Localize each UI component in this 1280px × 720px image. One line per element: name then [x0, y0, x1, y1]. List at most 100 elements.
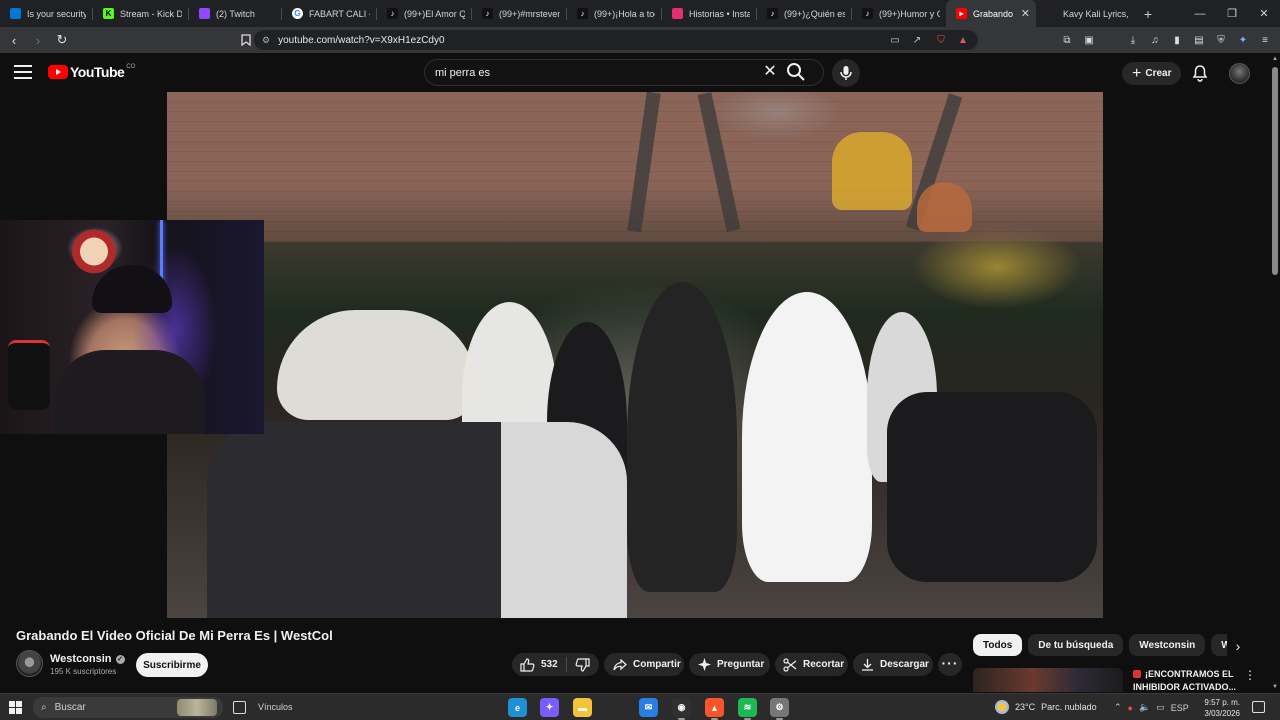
clear-search-icon[interactable]: ✕	[762, 64, 778, 80]
video-player[interactable]	[167, 92, 1103, 618]
tab-label: Kavy Kali Lyrics, S	[1063, 8, 1130, 19]
restore-button[interactable]: ❐	[1216, 0, 1248, 27]
weather-widget[interactable]: 23°C Parc. nublado	[995, 700, 1097, 714]
scroll-down-icon[interactable]: ▼	[1271, 684, 1279, 690]
download-icon	[862, 659, 873, 671]
extensions-icon[interactable]: ⧉	[1058, 31, 1076, 49]
site-info-icon[interactable]: ⚙	[262, 35, 270, 46]
filter-chip[interactable]: Westcol	[1211, 634, 1227, 656]
browser-tab[interactable]: ♪ (99+)Humor y Gu	[852, 0, 946, 27]
taskbar-search[interactable]: ⌕ Buscar	[33, 697, 223, 718]
system-clock[interactable]: 9:57 p. m. 3/03/2026	[1204, 697, 1240, 719]
youtube-logo[interactable]: YouTube CO	[48, 64, 135, 80]
channel-name[interactable]: Westconsin ✓	[50, 653, 125, 665]
scroll-up-icon[interactable]: ▲	[1271, 56, 1279, 62]
subscribe-button[interactable]: Suscribirme	[136, 653, 208, 677]
browser-tab[interactable]: ♪ (99+)El Amor Qu	[377, 0, 471, 27]
edge-icon[interactable]: e	[508, 698, 527, 717]
browser-tab[interactable]: Historias • Instag	[662, 0, 756, 27]
notifications-center-icon[interactable]	[1252, 701, 1265, 713]
downloads-icon[interactable]: ⤓	[1124, 31, 1142, 49]
more-actions-button[interactable]: ···	[938, 653, 962, 676]
guide-menu-icon[interactable]	[14, 65, 32, 79]
media-icon[interactable]: ♫	[1146, 31, 1164, 49]
related-chips: TodosDe tu búsquedaWestconsin Westcol	[973, 634, 1227, 656]
leo-icon[interactable]: ✦	[1234, 31, 1252, 49]
tab-label: (99+)¿Quién es el	[784, 8, 845, 19]
volume-icon[interactable]: 🔈	[1139, 702, 1150, 713]
mail-icon[interactable]: ✉	[639, 698, 658, 717]
tab-label: Is your security in	[27, 8, 86, 19]
chevron-up-icon[interactable]: ⌃	[1114, 702, 1122, 713]
file-explorer-icon[interactable]: ▬	[573, 698, 592, 717]
notifications-icon[interactable]	[1191, 64, 1209, 82]
cast-icon[interactable]: ▭	[886, 31, 904, 49]
sidebar-icon[interactable]: ▮	[1168, 31, 1186, 49]
voice-search-icon[interactable]	[832, 59, 860, 87]
video-frame-lamp	[917, 182, 972, 232]
page-scrollbar[interactable]: ▲ ▼	[1270, 53, 1280, 693]
download-button[interactable]: Descargar	[853, 653, 933, 676]
browser-tab[interactable]: ♪ (99+)#mrsteven_	[472, 0, 566, 27]
account-avatar[interactable]	[1229, 63, 1250, 84]
create-button[interactable]: + Crear	[1122, 62, 1182, 85]
browser-tab[interactable]: ♪ (99+)¿Quién es el	[757, 0, 851, 27]
copilot-icon[interactable]: ✦	[540, 698, 559, 717]
channel-avatar[interactable]	[16, 650, 43, 677]
scrollbar-thumb[interactable]	[1272, 67, 1278, 275]
filter-chip[interactable]: Westconsin	[1129, 634, 1206, 656]
browser-tab[interactable]: K Stream - Kick Das	[93, 0, 188, 27]
windows-start-icon[interactable]	[9, 701, 22, 714]
browser-tab[interactable]: ♪ (99+)¡Hola a todo	[567, 0, 661, 27]
recommended-thumbnail[interactable]	[973, 668, 1123, 692]
browser-tab[interactable]: ▸ Grabando El✕	[946, 0, 1036, 27]
browser-tab[interactable]: Is your security in	[0, 0, 92, 27]
youtube-play-icon	[48, 65, 68, 79]
links-toolbar[interactable]: Vínculos	[258, 702, 293, 712]
settings-icon[interactable]: ⚙	[770, 698, 789, 720]
language-indicator[interactable]: ESP	[1171, 703, 1189, 713]
filter-chip[interactable]: De tu búsqueda	[1028, 634, 1124, 656]
minimize-button[interactable]: —	[1184, 0, 1216, 27]
taskbar-search-placeholder: Buscar	[54, 702, 86, 713]
filter-chip[interactable]: Todos	[973, 634, 1023, 656]
browser-tab[interactable]: (2) Twitch	[189, 0, 281, 27]
wallet-icon[interactable]: ▤	[1190, 31, 1208, 49]
forward-button[interactable]: ›	[28, 30, 48, 50]
dislike-button[interactable]	[575, 657, 590, 672]
like-button[interactable]: 532	[512, 657, 558, 672]
menu-icon[interactable]: ≡	[1256, 31, 1274, 49]
dislike-icon	[575, 657, 590, 672]
browser-tab[interactable]: Kavy Kali Lyrics, S	[1036, 0, 1136, 27]
video-frame-hat	[277, 310, 477, 420]
clip-button[interactable]: Recortar	[775, 653, 848, 676]
screenshot-icon[interactable]: ▣	[1080, 31, 1098, 49]
close-tab-icon[interactable]: ✕	[1015, 7, 1030, 20]
new-tab-button[interactable]: +	[1136, 6, 1160, 22]
vpn-icon[interactable]: ⛨	[1212, 31, 1230, 49]
spotify-icon[interactable]: ≋	[738, 698, 757, 720]
recommended-title[interactable]: ¡ENCONTRAMOS EL INHIBIDOR ACTIVADO...	[1133, 668, 1245, 694]
chevron-right-icon[interactable]: ›	[1230, 638, 1246, 654]
back-button[interactable]: ‹	[4, 30, 24, 50]
ask-button[interactable]: Preguntar	[689, 653, 770, 676]
like-dislike-group: 532	[512, 653, 599, 676]
address-bar[interactable]: ⚙ youtube.com/watch?v=X9xH1ezCdy0 ▭ ↗ ⛉ …	[254, 30, 978, 50]
browser-tab[interactable]: G FABART CALI - Bu	[282, 0, 376, 27]
app-tray-icon[interactable]: ●	[1128, 703, 1133, 713]
like-icon	[520, 657, 535, 672]
tab-label: (99+)#mrsteven_	[499, 8, 560, 19]
share-button[interactable]: Compartir	[604, 653, 684, 676]
close-window-button[interactable]: ✕	[1248, 0, 1280, 27]
brave-shield-icon[interactable]: ⛉	[932, 31, 950, 49]
network-icon[interactable]: ▭	[1156, 702, 1165, 713]
brave-rewards-icon[interactable]: ▲	[954, 31, 972, 49]
task-view-icon[interactable]	[233, 701, 246, 714]
bookmark-icon[interactable]	[236, 30, 256, 50]
reload-button[interactable]: ↻	[52, 30, 72, 50]
obs-icon[interactable]: ◉	[672, 698, 691, 720]
search-icon[interactable]	[786, 62, 806, 82]
recommended-more-icon[interactable]: ⋮	[1244, 668, 1256, 682]
brave-icon[interactable]: ▲	[705, 698, 724, 720]
share-page-icon[interactable]: ↗	[908, 31, 926, 49]
